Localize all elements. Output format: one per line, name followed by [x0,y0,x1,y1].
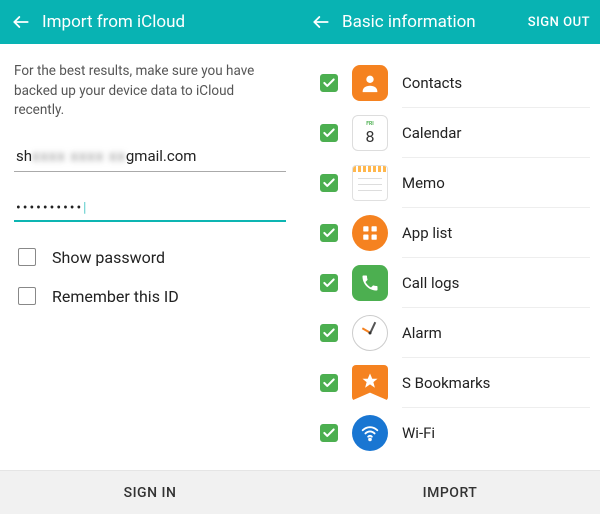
right-title: Basic information [342,12,528,32]
instruction-text: For the best results, make sure you have… [14,62,286,121]
alarm-icon [352,315,388,351]
item-label: Call logs [402,274,590,292]
import-button[interactable]: IMPORT [300,470,600,514]
item-checkbox[interactable] [320,424,338,442]
list-item[interactable]: Wi-Fi [320,408,590,457]
remember-id-row[interactable]: Remember this ID [14,287,286,306]
item-label: Alarm [402,324,590,342]
list-item[interactable]: S Bookmarks [320,358,590,407]
list-item[interactable]: Memo [320,158,590,207]
item-checkbox[interactable] [320,274,338,292]
sign-in-button[interactable]: SIGN IN [0,470,300,514]
email-blurred: xxxx xxxx xx [32,147,126,165]
left-body: For the best results, make sure you have… [0,44,300,470]
sign-out-button[interactable]: SIGN OUT [528,15,590,30]
password-field[interactable]: ••••••••••| [14,194,286,222]
list-item[interactable]: Alarm [320,308,590,357]
wifi-icon [352,415,388,451]
memo-icon [352,165,388,201]
item-checkbox[interactable] [320,124,338,142]
item-checkbox[interactable] [320,324,338,342]
remember-id-checkbox[interactable] [18,287,36,305]
right-header: Basic information SIGN OUT [300,0,600,44]
bookmarks-icon [352,365,388,401]
right-pane: Basic information SIGN OUT ContactsFRI8C… [300,0,600,514]
item-checkbox[interactable] [320,374,338,392]
calendar-icon: FRI8 [352,115,388,151]
item-label: Wi-Fi [402,424,590,442]
list-item[interactable]: Contacts [320,58,590,107]
sign-in-label: SIGN IN [124,485,177,501]
show-password-label: Show password [52,248,165,267]
left-pane: Import from iCloud For the best results,… [0,0,300,514]
item-label: S Bookmarks [402,374,590,392]
item-label: Calendar [402,124,590,142]
back-arrow-icon[interactable] [310,11,332,33]
item-label: Contacts [402,74,590,92]
list-item[interactable]: App list [320,208,590,257]
email-prefix: sh [16,147,32,165]
email-field[interactable]: shxxxx xxxx xxgmail.com [14,141,286,172]
list-item[interactable]: FRI8 Calendar [320,108,590,157]
show-password-row[interactable]: Show password [14,248,286,267]
calllogs-icon [352,265,388,301]
item-checkbox[interactable] [320,224,338,242]
item-checkbox[interactable] [320,74,338,92]
items-list: Contacts FRI8 Calendar Memo App list Call log… [300,44,600,470]
text-cursor: | [83,200,88,216]
email-suffix: gmail.com [126,147,197,165]
item-label: App list [402,224,590,242]
item-checkbox[interactable] [320,174,338,192]
contacts-icon [352,65,388,101]
password-masked: •••••••••• [16,200,83,216]
list-item[interactable]: Call logs [320,258,590,307]
remember-id-label: Remember this ID [52,287,179,306]
left-header: Import from iCloud [0,0,300,44]
import-label: IMPORT [423,485,478,501]
applist-icon [352,215,388,251]
item-label: Memo [402,174,590,192]
back-arrow-icon[interactable] [10,11,32,33]
show-password-checkbox[interactable] [18,248,36,266]
left-title: Import from iCloud [42,12,290,32]
